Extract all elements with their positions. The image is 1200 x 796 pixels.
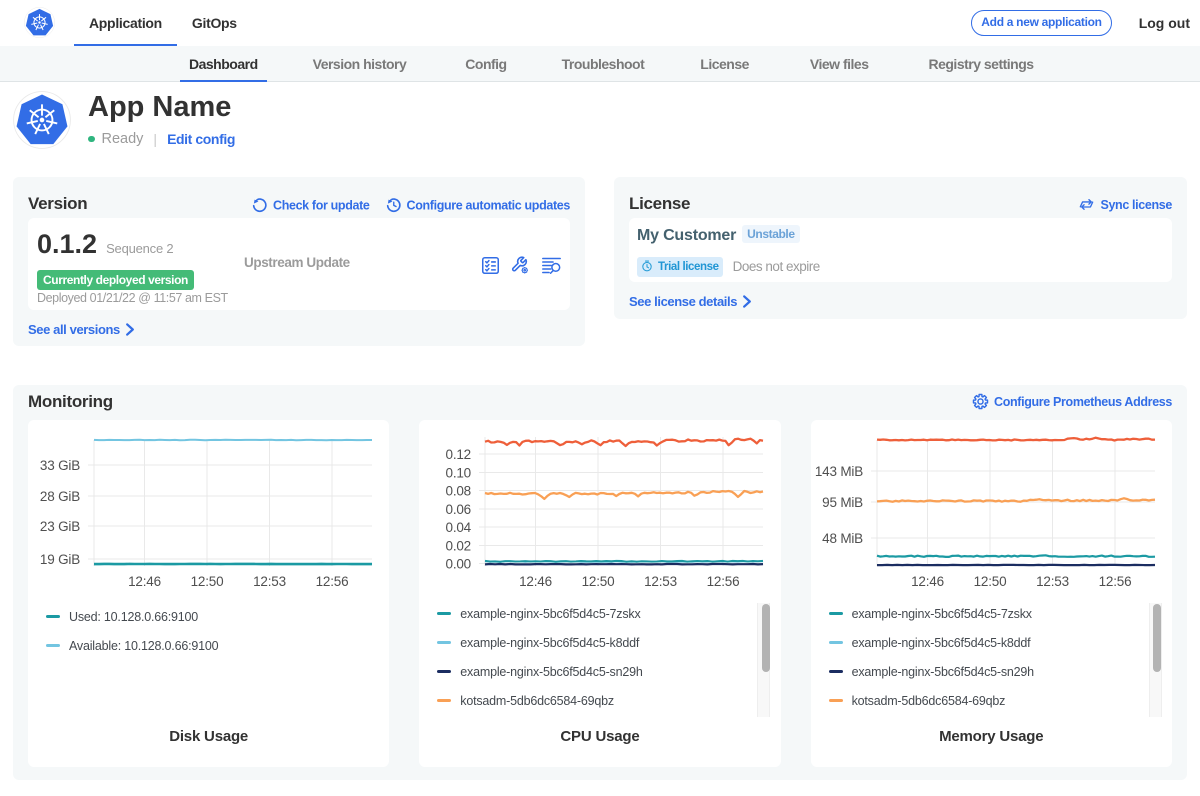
svg-text:12:46: 12:46 [911, 574, 944, 589]
svg-text:0.02: 0.02 [446, 538, 471, 553]
svg-text:12:56: 12:56 [1098, 574, 1131, 589]
svg-text:0.08: 0.08 [446, 484, 471, 499]
svg-text:23 GiB: 23 GiB [40, 519, 80, 534]
svg-text:0.10: 0.10 [446, 465, 471, 480]
svg-text:0.04: 0.04 [446, 520, 472, 535]
svg-text:12:46: 12:46 [519, 574, 552, 589]
svg-text:95 MiB: 95 MiB [822, 495, 863, 510]
svg-text:12:53: 12:53 [253, 574, 286, 589]
svg-text:0.12: 0.12 [446, 447, 471, 462]
svg-text:28 GiB: 28 GiB [40, 489, 80, 504]
svg-text:19 GiB: 19 GiB [40, 552, 80, 567]
svg-text:12:50: 12:50 [191, 574, 224, 589]
svg-text:12:56: 12:56 [707, 574, 740, 589]
svg-text:12:53: 12:53 [1036, 574, 1069, 589]
svg-text:12:46: 12:46 [128, 574, 161, 589]
svg-text:0.06: 0.06 [446, 502, 471, 517]
svg-text:0.00: 0.00 [446, 557, 471, 572]
svg-text:12:53: 12:53 [644, 574, 677, 589]
svg-text:143 MiB: 143 MiB [814, 464, 862, 479]
svg-text:33 GiB: 33 GiB [40, 458, 80, 473]
svg-text:48 MiB: 48 MiB [822, 531, 863, 546]
svg-text:12:50: 12:50 [582, 574, 615, 589]
svg-text:12:50: 12:50 [973, 574, 1006, 589]
svg-text:12:56: 12:56 [316, 574, 349, 589]
